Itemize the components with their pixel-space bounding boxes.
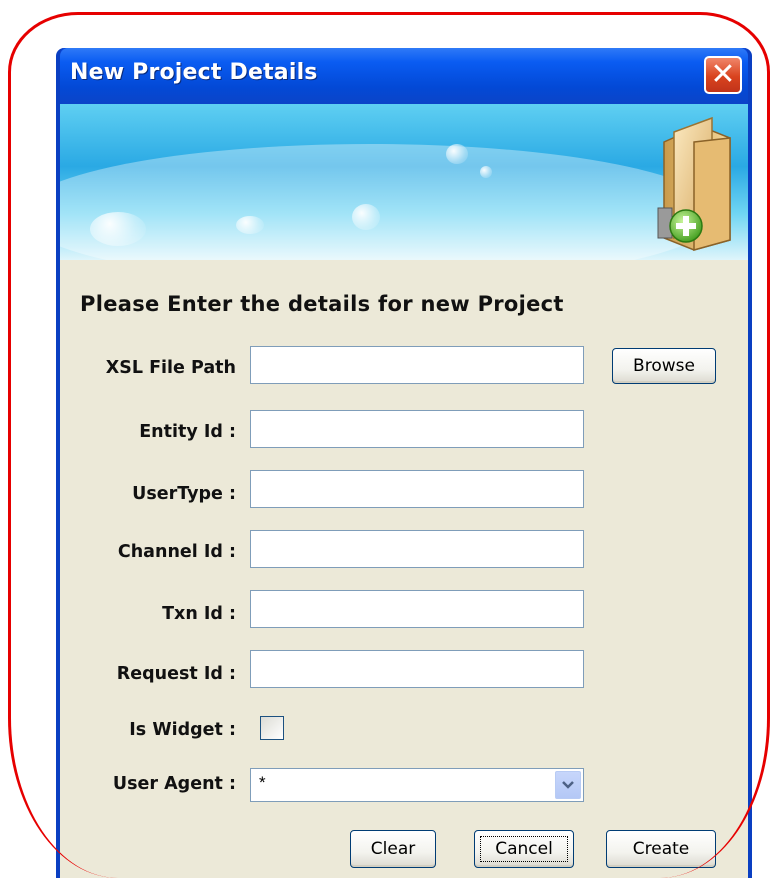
is-widget-label: Is Widget : xyxy=(129,720,236,740)
request-id-input[interactable] xyxy=(250,650,584,688)
header-banner xyxy=(60,104,748,260)
user-agent-label: User Agent : xyxy=(112,774,236,794)
user-type-label: UserType : xyxy=(132,484,236,504)
chevron-down-icon xyxy=(562,781,574,789)
clear-button-label: Clear xyxy=(370,839,416,859)
folder-add-icon xyxy=(657,116,731,251)
channel-id-label: Channel Id : xyxy=(117,542,236,562)
entity-id-input[interactable] xyxy=(250,410,584,448)
user-agent-value: * xyxy=(259,773,266,792)
bubble-decoration xyxy=(236,216,264,234)
dialog-window: New Project Details ✕ Please Enter the d… xyxy=(56,48,752,878)
txn-id-input[interactable] xyxy=(250,590,584,628)
bubble-decoration xyxy=(90,212,146,246)
clear-button[interactable]: Clear xyxy=(350,830,436,868)
banner-sheen xyxy=(60,144,720,260)
txn-id-label: Txn Id : xyxy=(162,604,236,624)
cancel-button[interactable]: Cancel xyxy=(474,830,574,868)
user-agent-select[interactable]: * xyxy=(250,768,584,802)
create-button-label: Create xyxy=(632,839,690,859)
user-agent-dropdown-button[interactable] xyxy=(555,771,581,799)
entity-id-label: Entity Id : xyxy=(139,422,236,442)
xsl-file-path-input[interactable] xyxy=(250,346,584,384)
user-type-input[interactable] xyxy=(250,470,584,508)
xsl-file-path-label: XSL File Path xyxy=(105,358,236,378)
browse-button[interactable]: Browse xyxy=(612,348,716,384)
browse-button-label: Browse xyxy=(633,356,695,376)
dialog-content: Please Enter the details for new Project… xyxy=(60,260,748,878)
cancel-button-label: Cancel xyxy=(480,836,568,862)
is-widget-checkbox[interactable] xyxy=(260,716,284,740)
title-bar[interactable]: New Project Details ✕ xyxy=(60,48,748,104)
window-title: New Project Details xyxy=(70,60,318,85)
close-button[interactable]: ✕ xyxy=(704,56,742,94)
request-id-label: Request Id : xyxy=(116,664,236,684)
bubble-decoration xyxy=(352,204,380,230)
bubble-decoration xyxy=(480,166,492,178)
bubble-decoration xyxy=(446,144,468,164)
close-icon: ✕ xyxy=(710,57,736,92)
form-heading: Please Enter the details for new Project xyxy=(80,292,564,316)
channel-id-input[interactable] xyxy=(250,530,584,568)
create-button[interactable]: Create xyxy=(606,830,716,868)
